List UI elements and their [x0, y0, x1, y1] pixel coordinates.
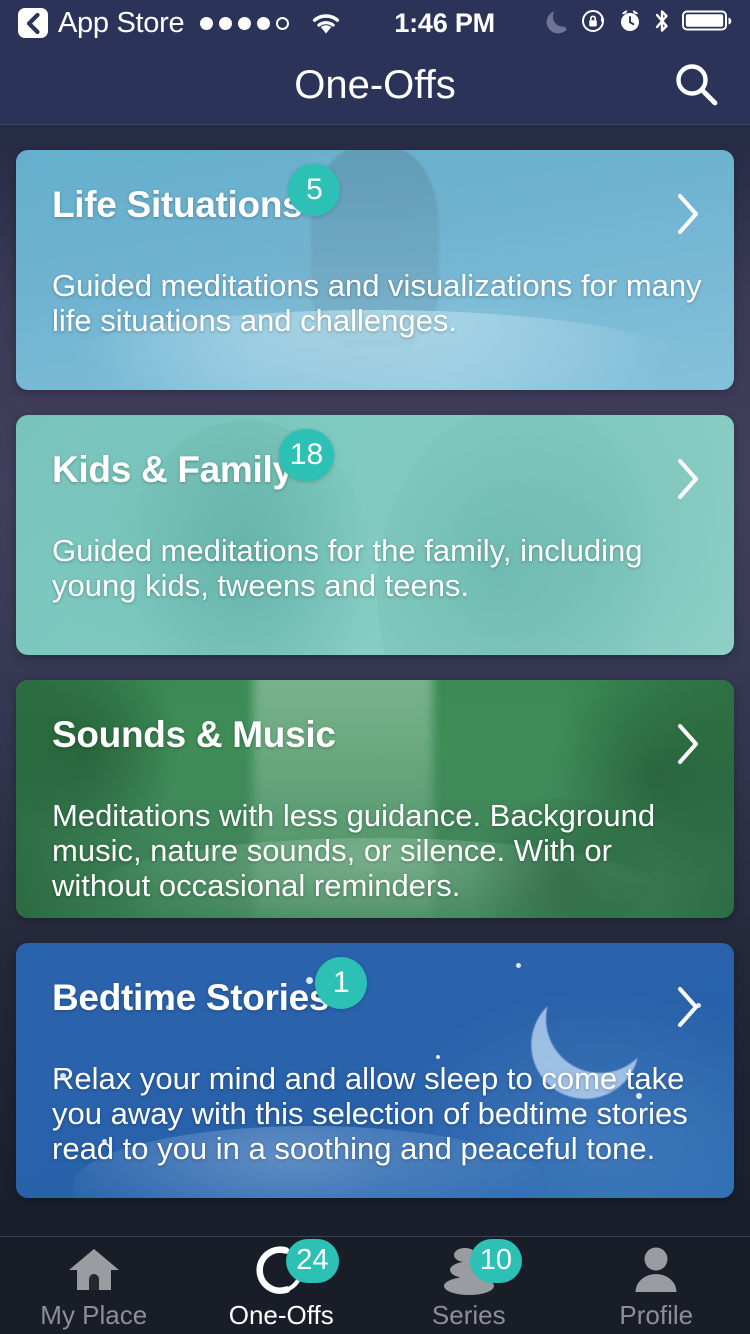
card-content: Life Situations 5 Guided meditations and… [16, 150, 734, 368]
card-content: Sounds & Music Meditations with less gui… [16, 680, 734, 918]
tab-label: One-Offs [228, 1299, 334, 1330]
card-description: Guided meditations and visualizations fo… [52, 268, 702, 339]
chevron-right-icon[interactable] [672, 983, 704, 1036]
back-label[interactable]: App Store [58, 7, 185, 40]
bottom-tab-bar: My Place 24 One-Offs 10 Series Profile [0, 1236, 750, 1334]
card-content: Kids & Family 18 Guided meditations for … [16, 415, 734, 633]
signal-strength-dots [200, 16, 290, 30]
tab-profile[interactable]: Profile [563, 1237, 750, 1334]
card-header: Sounds & Music [52, 716, 704, 772]
card-life-situations[interactable]: Life Situations 5 Guided meditations and… [16, 150, 734, 390]
status-bar: App Store 1:46 PM [0, 0, 750, 46]
chevron-right-icon[interactable] [672, 720, 704, 773]
navigation-bar: One-Offs [0, 46, 750, 125]
status-bar-right [546, 7, 732, 40]
back-to-app-store-button[interactable] [18, 8, 48, 38]
card-bedtime-stories[interactable]: Bedtime Stories 1 Relax your mind and al… [16, 943, 734, 1198]
card-content: Bedtime Stories 1 Relax your mind and al… [16, 943, 734, 1196]
card-description: Meditations with less guidance. Backgrou… [52, 798, 656, 904]
card-description: Relax your mind and allow sleep to come … [52, 1061, 688, 1167]
rotation-lock-icon [581, 8, 607, 39]
alarm-clock-icon [618, 8, 642, 39]
stacked-stones-icon: 10 [438, 1238, 523, 1295]
person-icon [630, 1245, 682, 1295]
card-kids-family[interactable]: Kids & Family 18 Guided meditations for … [16, 415, 734, 655]
tab-label: Profile [619, 1299, 694, 1330]
status-bar-clock: 1:46 PM [394, 7, 495, 38]
tab-count-badge: 24 [286, 1238, 339, 1283]
status-bar-left: App Store [18, 7, 343, 40]
page-title: One-Offs [294, 62, 456, 107]
app-screen: App Store 1:46 PM One-Offs Life Situatio… [0, 0, 750, 1334]
card-count-badge: 5 [288, 164, 341, 216]
bluetooth-icon [653, 7, 671, 40]
card-sounds-music[interactable]: Sounds & Music Meditations with less gui… [16, 680, 734, 918]
tab-label: Series [431, 1299, 506, 1330]
card-title: Kids & Family [52, 449, 293, 490]
moon-icon [546, 8, 570, 39]
card-title: Bedtime Stories [52, 977, 330, 1018]
tab-my-place[interactable]: My Place [0, 1237, 188, 1334]
chevron-right-icon[interactable] [672, 455, 704, 508]
battery-icon [682, 9, 732, 38]
search-icon[interactable] [666, 54, 728, 116]
category-list[interactable]: Life Situations 5 Guided meditations and… [0, 125, 750, 1210]
home-icon [65, 1245, 123, 1295]
tab-one-offs[interactable]: 24 One-Offs [188, 1237, 376, 1334]
card-title: Sounds & Music [52, 714, 336, 755]
tab-count-badge: 10 [469, 1238, 523, 1283]
tab-label: My Place [40, 1299, 148, 1330]
enso-circle-icon: 24 [254, 1238, 339, 1295]
card-count-badge: 1 [315, 957, 368, 1009]
card-count-badge: 18 [278, 429, 335, 481]
card-title: Life Situations [52, 184, 303, 225]
card-header: Kids & Family 18 [52, 429, 704, 508]
card-description: Guided meditations for the family, inclu… [52, 533, 643, 604]
tab-series[interactable]: 10 Series [375, 1237, 563, 1334]
card-header: Life Situations 5 [52, 164, 704, 243]
card-header: Bedtime Stories 1 [52, 957, 704, 1036]
wifi-icon [309, 11, 343, 36]
chevron-right-icon[interactable] [672, 190, 704, 243]
